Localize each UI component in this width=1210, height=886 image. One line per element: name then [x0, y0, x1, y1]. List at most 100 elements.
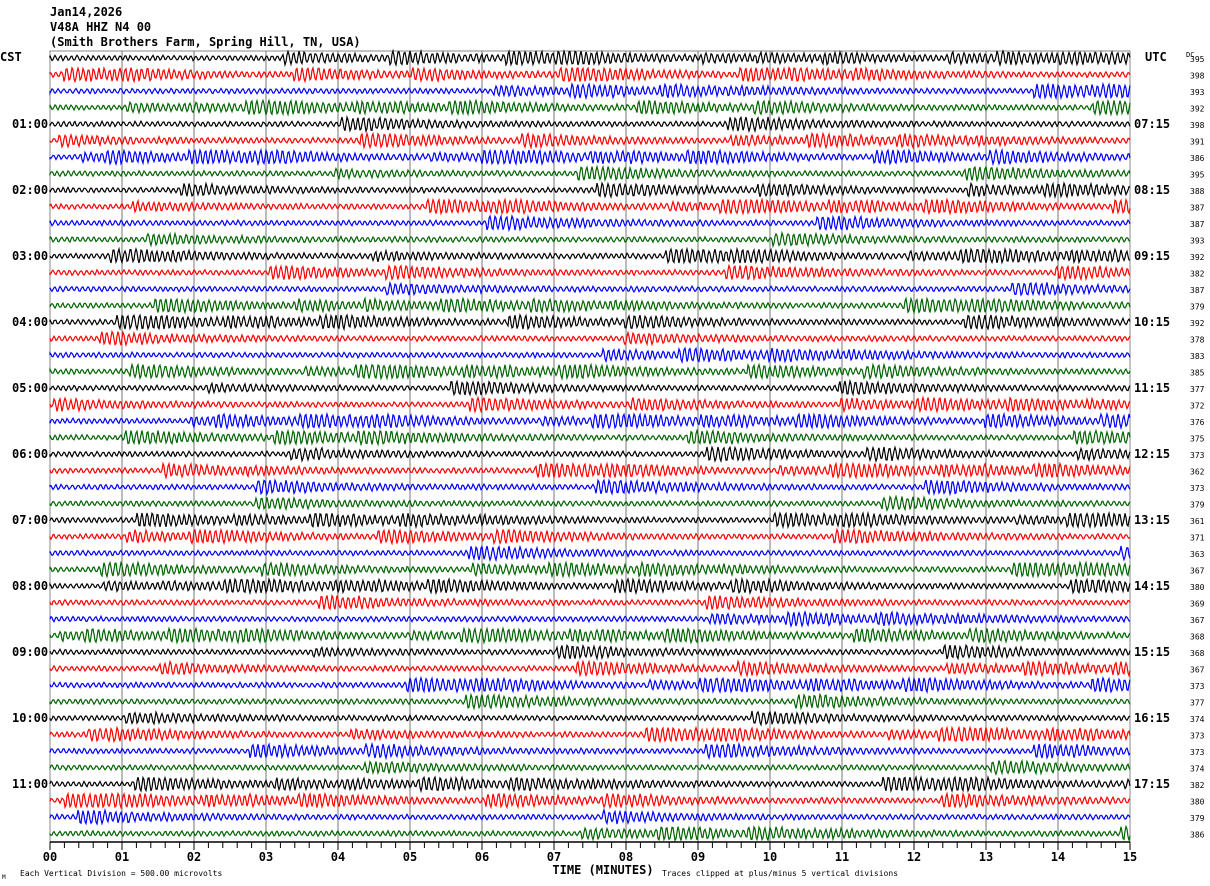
seismic-trace — [49, 478, 1131, 497]
x-tick-label: 01 — [115, 850, 129, 864]
cst-hour-label: 03:00 — [12, 249, 48, 263]
dc-value: 362 — [1190, 468, 1205, 477]
cst-hour-label: 02:00 — [12, 183, 48, 197]
x-tick-label: 02 — [187, 850, 201, 864]
seismic-trace — [49, 411, 1131, 431]
utc-hour-label: 15:15 — [1134, 645, 1170, 659]
helicorder-plot: 3953983933923983913863953883873873933923… — [0, 48, 1205, 881]
dc-value: 379 — [1190, 814, 1205, 823]
x-tick-label: 10 — [763, 850, 777, 864]
dc-value: 378 — [1190, 336, 1205, 345]
x-tick-label: 06 — [475, 850, 489, 864]
dc-value: 393 — [1190, 237, 1205, 246]
seismic-trace — [49, 164, 1131, 183]
utc-hour-label: 17:15 — [1134, 777, 1170, 791]
seismic-trace — [49, 626, 1131, 645]
x-tick-label: 15 — [1123, 850, 1137, 864]
x-tick-label: 12 — [907, 850, 921, 864]
dc-value: 386 — [1190, 831, 1205, 840]
dc-value: 376 — [1190, 418, 1205, 427]
seismic-trace — [49, 197, 1131, 216]
dc-value: 393 — [1190, 88, 1205, 97]
cst-hour-label: 08:00 — [12, 579, 48, 593]
dc-value: 373 — [1190, 682, 1205, 691]
x-tick-label: 09 — [691, 850, 705, 864]
dc-value: 398 — [1190, 121, 1205, 130]
x-tick-label: 05 — [403, 850, 417, 864]
x-tick-label: 07 — [547, 850, 561, 864]
corner-mark: M — [2, 874, 6, 881]
seismic-trace — [49, 675, 1131, 695]
dc-value: 367 — [1190, 616, 1205, 625]
cst-hour-label: 11:00 — [12, 777, 48, 791]
seismic-trace — [49, 280, 1131, 297]
utc-hour-label: 13:15 — [1134, 513, 1170, 527]
dc-value: 385 — [1190, 369, 1205, 378]
clip-note: Traces clipped at plus/minus 5 vertical … — [662, 869, 898, 878]
seismic-trace — [49, 131, 1131, 150]
seismic-trace — [49, 527, 1131, 546]
seismic-trace — [49, 346, 1131, 365]
plot-frame — [49, 50, 1131, 843]
seismic-trace — [49, 81, 1131, 101]
seismic-trace — [49, 65, 1131, 84]
cst-hour-label: 05:00 — [12, 381, 48, 395]
dc-value: 373 — [1190, 732, 1205, 741]
seismic-trace — [49, 741, 1131, 761]
seismic-trace — [49, 147, 1131, 167]
cst-hour-label: 07:00 — [12, 513, 48, 527]
dc-header: DC — [1186, 51, 1194, 59]
scale-note: Each Vertical Division = 500.00 microvol… — [20, 869, 222, 878]
dc-value: 388 — [1190, 187, 1205, 196]
dc-value: 382 — [1190, 781, 1205, 790]
seismic-trace — [49, 329, 1131, 348]
seismic-trace — [49, 362, 1131, 381]
seismic-trace — [49, 775, 1131, 794]
seismic-trace — [49, 576, 1131, 596]
dc-value: 368 — [1190, 649, 1205, 658]
dc-value: 379 — [1190, 303, 1205, 312]
dc-value: 377 — [1190, 699, 1205, 708]
dc-value: 386 — [1190, 154, 1205, 163]
dc-value: 374 — [1190, 765, 1205, 774]
x-tick-label: 00 — [43, 850, 57, 864]
seismic-trace — [49, 791, 1131, 810]
dc-value: 372 — [1190, 402, 1205, 411]
dc-value: 361 — [1190, 517, 1205, 526]
utc-hour-label: 16:15 — [1134, 711, 1170, 725]
seismic-trace — [49, 560, 1131, 579]
utc-hour-label: 11:15 — [1134, 381, 1170, 395]
dc-value: 379 — [1190, 501, 1205, 510]
seismic-trace — [49, 263, 1131, 282]
dc-value: 380 — [1190, 798, 1205, 807]
dc-value: 373 — [1190, 748, 1205, 757]
cst-hour-label: 06:00 — [12, 447, 48, 461]
dc-value: 363 — [1190, 550, 1205, 559]
seismic-trace — [49, 445, 1131, 464]
dc-value: 373 — [1190, 484, 1205, 493]
cst-label: CST — [0, 50, 22, 64]
seismic-trace — [49, 725, 1131, 744]
cst-hour-label: 09:00 — [12, 645, 48, 659]
dc-value: 369 — [1190, 600, 1205, 609]
dc-value: 380 — [1190, 583, 1205, 592]
utc-hour-label: 12:15 — [1134, 447, 1170, 461]
x-tick-label: 04 — [331, 850, 345, 864]
dc-value: 392 — [1190, 319, 1205, 328]
seismic-trace — [49, 230, 1131, 249]
utc-hour-label: 10:15 — [1134, 315, 1170, 329]
seismic-trace — [49, 510, 1131, 530]
seismic-trace — [49, 544, 1131, 563]
seismic-trace — [49, 378, 1131, 397]
utc-hour-label: 14:15 — [1134, 579, 1170, 593]
x-tick-label: 11 — [835, 850, 849, 864]
seismic-trace — [49, 807, 1131, 826]
seismic-trace — [49, 824, 1131, 842]
dc-value: 387 — [1190, 286, 1205, 295]
seismic-trace — [49, 461, 1131, 480]
dc-value: 392 — [1190, 105, 1205, 114]
dc-value: 375 — [1190, 435, 1205, 444]
seismic-trace — [49, 709, 1131, 727]
seismic-trace — [49, 395, 1131, 414]
seismic-trace — [49, 312, 1131, 332]
